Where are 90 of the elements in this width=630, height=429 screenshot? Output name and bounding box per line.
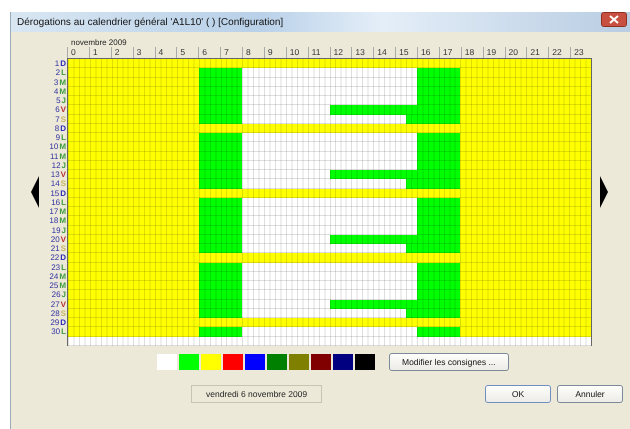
hour-label: 0 (67, 47, 89, 58)
day-number: 18 (49, 216, 58, 226)
day-number: 6 (55, 105, 60, 114)
weekday-letter: L (61, 133, 66, 142)
weekday-letter: D (60, 59, 66, 68)
ok-button[interactable]: OK (485, 384, 551, 403)
hour-label: 17 (438, 47, 461, 58)
hour-label: 22 (548, 47, 570, 58)
weekday-letter: L (61, 262, 66, 272)
hour-label: 16 (417, 47, 439, 58)
day-number: 11 (50, 152, 58, 161)
day-number: 22 (50, 253, 60, 262)
day-number: 2 (56, 68, 60, 78)
weekday-letter: V (60, 234, 66, 244)
day-number: 20 (50, 234, 60, 244)
weekday-letter: M (59, 281, 66, 290)
weekday-letter: L (61, 68, 66, 78)
hour-label: 14 (373, 47, 396, 58)
weekday-letter: V (60, 105, 66, 114)
day-number: 17 (49, 207, 58, 216)
day-number: 5 (56, 96, 61, 106)
day-number: 16 (51, 198, 60, 207)
hour-label: 1 (88, 47, 111, 58)
hour-label: 10 (286, 47, 308, 58)
weekday-letter: L (61, 327, 66, 336)
day-number: 8 (54, 124, 60, 133)
day-number: 19 (52, 226, 61, 235)
day-number: 4 (54, 86, 58, 96)
weekday-letter: M (59, 272, 66, 281)
hour-label: 5 (176, 47, 198, 58)
cancel-button[interactable]: Annuler (557, 384, 623, 403)
hour-label: 7 (220, 47, 242, 58)
hour-label: 15 (395, 47, 417, 58)
day-number: 23 (51, 262, 60, 272)
weekday-letter: D (60, 188, 66, 198)
weekday-letter: J (62, 160, 66, 170)
day-number: 21 (50, 244, 60, 254)
weekday-letter: L (61, 198, 66, 207)
day-number: 29 (50, 318, 60, 328)
hour-label: 6 (198, 47, 220, 58)
hour-label: 11 (308, 47, 330, 58)
day-number: 13 (50, 170, 60, 180)
weekday-letter: M (59, 142, 66, 152)
weekday-letter: M (59, 216, 66, 226)
day-number: 9 (56, 133, 60, 142)
day-number: 24 (49, 272, 58, 281)
hour-label: 13 (351, 47, 374, 58)
edit-settings-button[interactable]: Modifier les consignes ... (389, 352, 509, 371)
weekday-letter: S (60, 308, 66, 318)
weekday-letter: J (62, 226, 66, 235)
weekday-letter: J (62, 290, 66, 300)
month-label: novembre 2009 (71, 38, 128, 47)
weekday-letter: D (60, 253, 66, 262)
day-number: 12 (52, 160, 61, 170)
status-field: vendredi 6 novembre 2009 (191, 384, 322, 403)
weekday-letter: M (59, 86, 66, 96)
hour-label: 8 (242, 47, 264, 58)
day-number: 10 (49, 142, 58, 152)
day-number: 3 (54, 78, 58, 87)
hour-label: 9 (264, 47, 286, 58)
hour-label: 23 (570, 47, 592, 58)
day-number: 28 (50, 308, 60, 318)
hour-label: 12 (330, 47, 352, 58)
day-number: 25 (49, 281, 58, 290)
hour-label: 3 (132, 47, 154, 58)
weekday-letter: V (60, 300, 66, 309)
weekday-letter: M (59, 152, 66, 161)
weekday-letter: M (59, 78, 66, 87)
hour-label: 4 (154, 47, 176, 58)
weekday-letter: D (60, 124, 66, 133)
weekday-letter: J (62, 96, 66, 106)
day-number: 27 (50, 300, 60, 309)
weekday-letter: S (60, 114, 66, 124)
hour-label: 19 (482, 47, 504, 58)
window-title: Dérogations au calendrier général 'A1L10' ( ) [Configuration] (17, 16, 284, 28)
hour-label: 20 (504, 47, 526, 58)
hour-label: 21 (526, 47, 548, 58)
day-number: 15 (50, 188, 60, 198)
weekday-letter: D (60, 318, 66, 328)
weekday-letter: V (60, 170, 66, 180)
hour-label: 2 (110, 47, 133, 58)
day-number: 7 (55, 114, 60, 124)
day-number: 1 (54, 59, 60, 68)
hour-label: 18 (460, 47, 483, 58)
weekday-letter: S (60, 179, 66, 188)
day-number: 26 (52, 290, 61, 300)
weekday-letter: S (60, 244, 66, 254)
day-number: 30 (51, 327, 60, 336)
weekday-letter: M (59, 207, 66, 216)
day-number: 14 (50, 179, 60, 188)
